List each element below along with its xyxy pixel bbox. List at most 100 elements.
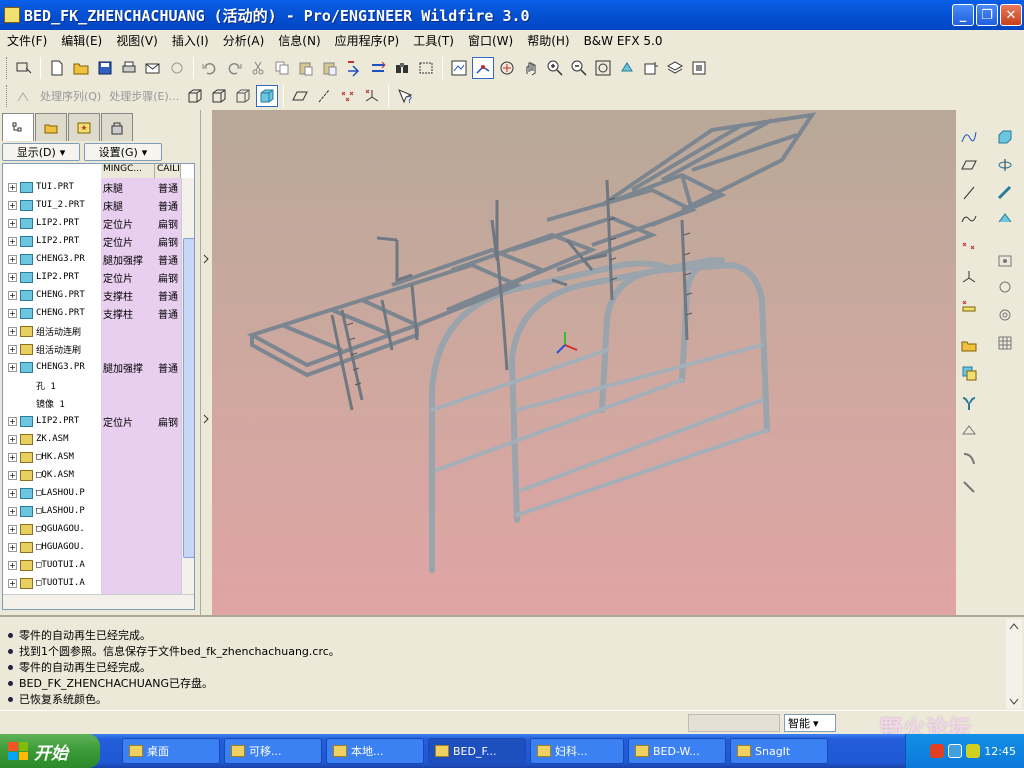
zoom-in-icon[interactable] (544, 57, 566, 79)
save-icon[interactable] (94, 57, 116, 79)
menu-tools[interactable]: 工具(T) (406, 32, 461, 49)
tree-row[interactable]: + LIP2.PRT 定位片 扁钢 (3, 214, 181, 232)
expand-icon[interactable]: + (8, 290, 17, 300)
copy-icon[interactable] (271, 57, 293, 79)
hidden-line-icon[interactable] (208, 85, 230, 107)
tree-row[interactable]: + □HK.ASM (3, 448, 181, 466)
network-icon[interactable] (948, 744, 963, 758)
graphics-window[interactable] (212, 110, 956, 615)
menu-edit[interactable]: 编辑(E) (54, 32, 109, 49)
toolbar-grip[interactable] (6, 57, 9, 79)
context-help-icon[interactable]: ? (394, 85, 416, 107)
menu-view[interactable]: 视图(V) (109, 32, 165, 49)
bed-frame-model[interactable] (212, 110, 956, 615)
expand-icon[interactable] (8, 381, 17, 390)
expand-icon[interactable]: + (8, 200, 17, 210)
print-icon[interactable] (118, 57, 140, 79)
task-bed-f[interactable]: BED_F... (428, 738, 526, 764)
expand-icon[interactable]: + (8, 578, 17, 588)
expand-icon[interactable]: + (8, 542, 17, 552)
undo-icon[interactable] (199, 57, 221, 79)
redo-icon[interactable] (223, 57, 245, 79)
expand-icon[interactable]: + (8, 254, 17, 264)
paste-icon[interactable] (295, 57, 317, 79)
round-icon[interactable] (958, 448, 980, 470)
expand-icon[interactable]: + (8, 488, 17, 498)
wireframe-icon[interactable] (184, 85, 206, 107)
start-button[interactable]: 开始 (0, 734, 100, 768)
task-snagit[interactable]: SnagIt (730, 738, 828, 764)
title-bar[interactable]: BED_FK_ZHENCHACHUANG (活动的) - Pro/ENGINEE… (0, 0, 1024, 30)
datum-axis-icon[interactable] (313, 85, 335, 107)
pattern-icon[interactable] (994, 332, 1016, 354)
expand-icon[interactable]: + (8, 218, 17, 228)
regenerate-icon[interactable] (343, 57, 365, 79)
input-method-icon[interactable] (930, 744, 945, 758)
rib-icon[interactable] (994, 304, 1016, 326)
find-icon[interactable] (391, 57, 413, 79)
menu-insert[interactable]: 插入(I) (165, 32, 216, 49)
no-hidden-icon[interactable] (232, 85, 254, 107)
orient-mode-icon[interactable] (496, 57, 518, 79)
tab-favorites[interactable] (68, 113, 100, 141)
tree-row[interactable]: + □QGUAGOU. (3, 520, 181, 538)
tree-row[interactable]: + 组活动连刷 (3, 322, 181, 340)
expand-icon[interactable]: + (8, 452, 17, 462)
shell-icon[interactable] (958, 420, 980, 442)
select-icon[interactable] (13, 57, 35, 79)
expand-icon[interactable]: + (8, 524, 17, 534)
zoom-out-icon[interactable] (568, 57, 590, 79)
tree-row[interactable]: + □HGUAGOU. (3, 538, 181, 556)
paste-special-icon[interactable] (319, 57, 341, 79)
mirror-icon[interactable] (958, 392, 980, 414)
analysis-icon[interactable] (958, 294, 980, 316)
close-button[interactable]: ✕ (1000, 4, 1022, 26)
expand-icon[interactable]: + (8, 308, 17, 318)
menu-applications[interactable]: 应用程序(P) (328, 32, 407, 49)
tree-row[interactable]: + □TUOTUI.A (3, 556, 181, 574)
minimize-button[interactable]: _ (952, 4, 974, 26)
task-gynecology[interactable]: 妇科... (530, 738, 624, 764)
expand-icon[interactable] (8, 399, 17, 408)
tree-row[interactable]: + TUI.PRT 床腿 普通 (3, 178, 181, 196)
coordinate-system-icon[interactable] (361, 85, 383, 107)
expand-icon[interactable]: + (8, 344, 17, 354)
axis-icon[interactable] (958, 182, 980, 204)
open-folder-icon[interactable] (70, 57, 92, 79)
cut-icon[interactable] (247, 57, 269, 79)
tree-row[interactable]: 孔 1 (3, 376, 181, 394)
tree-row[interactable]: + 组活动连刷 (3, 340, 181, 358)
tree-row[interactable]: + CHENG3.PR 腿加强撑 普通 (3, 250, 181, 268)
refit-icon[interactable] (592, 57, 614, 79)
task-removable[interactable]: 可移... (224, 738, 322, 764)
extrude-icon[interactable] (994, 126, 1016, 148)
layers-icon[interactable] (664, 57, 686, 79)
volume-icon[interactable] (966, 744, 981, 758)
sweep-icon[interactable] (994, 182, 1016, 204)
tree-row[interactable]: + ZK.ASM (3, 430, 181, 448)
expand-icon[interactable]: + (8, 236, 17, 246)
tree-row[interactable]: + CHENG3.PR 腿加强撑 普通 (3, 358, 181, 376)
email-icon[interactable] (142, 57, 164, 79)
spin-center-icon[interactable] (472, 57, 494, 79)
expand-icon[interactable]: + (8, 326, 17, 336)
plane-icon[interactable] (958, 154, 980, 176)
scroll-thumb[interactable] (183, 238, 194, 558)
draft-icon[interactable] (994, 276, 1016, 298)
tree-row[interactable]: + □TUOTUI.A (3, 574, 181, 592)
regen-manager-icon[interactable] (367, 57, 389, 79)
tab-model-tree[interactable] (2, 113, 34, 141)
expand-icon[interactable]: + (8, 506, 17, 516)
maximize-button[interactable]: ❐ (976, 4, 998, 26)
reorient-icon[interactable] (616, 57, 638, 79)
datum-point-icon[interactable] (337, 85, 359, 107)
view-manager-icon[interactable] (688, 57, 710, 79)
tree-row[interactable]: + LIP2.PRT 定位片 扁钢 (3, 268, 181, 286)
expand-icon[interactable]: + (8, 470, 17, 480)
toolbar-grip-2[interactable] (6, 85, 9, 107)
tree-row[interactable]: + CHENG.PRT 支撑柱 普通 (3, 286, 181, 304)
tab-folder-browser[interactable] (35, 113, 67, 141)
process-step-button[interactable]: 处理步骤(E)... (109, 88, 179, 104)
pan-hand-icon[interactable] (520, 57, 542, 79)
column-cailiao[interactable]: CAILIA (155, 164, 181, 178)
